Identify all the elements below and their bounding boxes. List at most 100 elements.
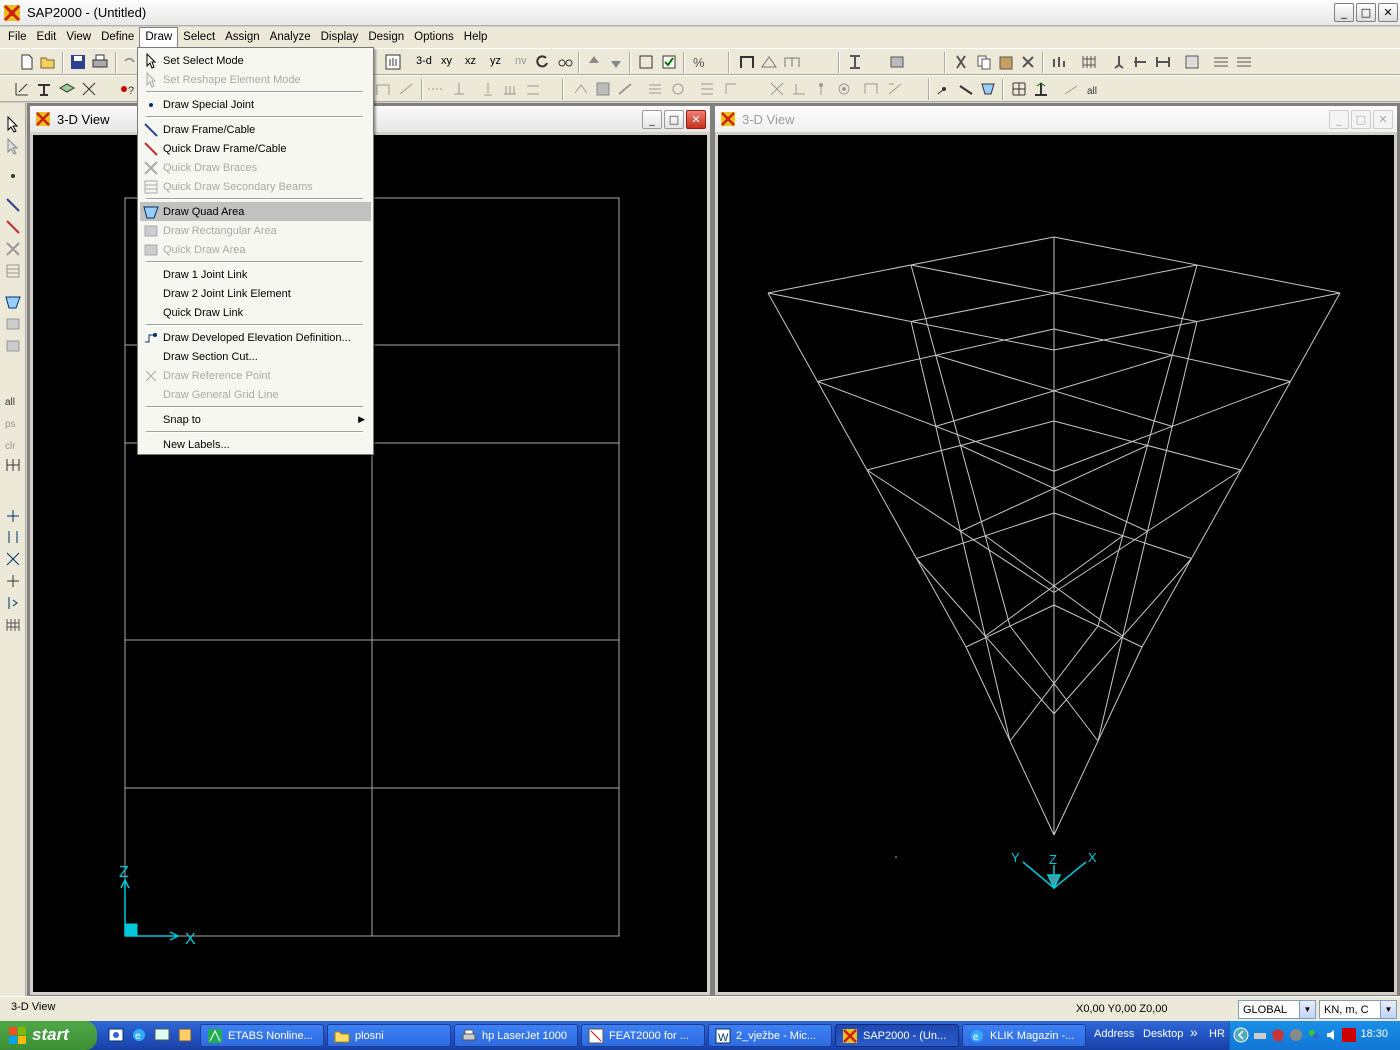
menu-define[interactable]: Define: [96, 27, 139, 48]
open-folder-icon[interactable]: [39, 53, 57, 71]
tray-acrobat-icon[interactable]: [1341, 1027, 1357, 1043]
menu-item-new-labels[interactable]: New Labels...: [140, 435, 371, 454]
assign-spring-icon[interactable]: [450, 80, 468, 98]
menu-analyze[interactable]: Analyze: [265, 27, 316, 48]
percent-icon[interactable]: %: [690, 53, 708, 71]
view-window-right[interactable]: 3-D View _ □ ✕ Z Y X: [714, 105, 1398, 996]
view-minimize-button[interactable]: _: [1329, 110, 1349, 129]
design-icon[interactable]: [722, 80, 740, 98]
show-tables-icon[interactable]: [698, 80, 716, 98]
view-yz-button[interactable]: yz: [490, 55, 501, 67]
section-i-icon[interactable]: [846, 53, 864, 71]
show-deformed-icon[interactable]: [594, 80, 612, 98]
language-indicator[interactable]: HR: [1209, 1028, 1225, 1040]
menu-item-quick-draw-braces[interactable]: Quick Draw Braces: [140, 158, 371, 177]
snap-all-icon[interactable]: all: [1085, 80, 1103, 98]
layers-icon[interactable]: [58, 80, 76, 98]
tray-printer-icon[interactable]: [1252, 1027, 1268, 1043]
menu-item-quick-draw-secondary-beams[interactable]: Quick Draw Secondary Beams: [140, 177, 371, 196]
replicate-icon[interactable]: [1050, 53, 1068, 71]
menu-select[interactable]: Select: [178, 27, 220, 48]
copy-icon[interactable]: [975, 53, 993, 71]
draw-rect-area-icon[interactable]: [4, 315, 22, 333]
tray-security-icon[interactable]: [1270, 1027, 1286, 1043]
toolbar-chevron-icon[interactable]: »: [1190, 1024, 1198, 1040]
snap-perpendicular-icon[interactable]: [1032, 80, 1050, 98]
quick-draw-frame-icon[interactable]: [4, 218, 22, 236]
snap-lines-left-icon[interactable]: [4, 594, 22, 612]
menu-item-draw-special-joint[interactable]: Draw Special Joint: [140, 95, 371, 114]
menu-item-set-select-mode[interactable]: Set Select Mode: [140, 51, 371, 70]
task-klik-magazin[interactable]: e KLIK Magazin -...: [962, 1024, 1086, 1047]
perspective-icon[interactable]: [556, 53, 574, 71]
material-icon[interactable]: [35, 80, 53, 98]
pan-hand-icon[interactable]: [384, 53, 402, 71]
print-icon[interactable]: [91, 53, 109, 71]
snap-lines-icon[interactable]: [1062, 80, 1080, 98]
run-analysis-icon[interactable]: [572, 80, 590, 98]
assign-local-axes-icon[interactable]: [397, 80, 415, 98]
cut-icon[interactable]: [952, 53, 970, 71]
select-previous-icon[interactable]: [790, 80, 808, 98]
menu-item-draw-section-cut[interactable]: Draw Section Cut...: [140, 347, 371, 366]
analysis-options-icon[interactable]: [1183, 53, 1201, 71]
view-3d-button[interactable]: 3-d: [416, 55, 432, 67]
menu-item-draw-developed-elevation[interactable]: Draw Developed Elevation Definition...: [140, 328, 371, 347]
assign-frame-icon[interactable]: [374, 80, 392, 98]
start-button[interactable]: start: [0, 1021, 97, 1050]
tray-messenger-icon[interactable]: [1306, 1027, 1322, 1043]
snap-perp-icon[interactable]: [4, 572, 22, 590]
menu-item-draw-general-grid-line[interactable]: Draw General Grid Line: [140, 385, 371, 404]
menu-design[interactable]: Design: [363, 27, 409, 48]
move-up-icon[interactable]: [585, 53, 603, 71]
view-xz-button[interactable]: xz: [465, 55, 476, 67]
frame-load-icon[interactable]: [501, 80, 519, 98]
menu-item-quick-draw-frame[interactable]: Quick Draw Frame/Cable: [140, 139, 371, 158]
snap-joints-icon[interactable]: [4, 507, 22, 525]
close-button[interactable]: ✕: [1378, 3, 1398, 22]
task-feat2000[interactable]: FEAT2000 for ...: [581, 1024, 705, 1047]
group-icon[interactable]: [862, 80, 880, 98]
menu-item-quick-draw-area[interactable]: Quick Draw Area: [140, 240, 371, 259]
assign-link-icon[interactable]: [426, 80, 444, 98]
truss-icon[interactable]: [760, 53, 778, 71]
clear-selection-icon[interactable]: [812, 80, 830, 98]
snap-ends-icon[interactable]: [957, 80, 975, 98]
reshape-pointer-icon[interactable]: [4, 137, 22, 155]
quicklaunch-outlook-icon[interactable]: [108, 1027, 124, 1043]
menu-item-set-reshape-mode[interactable]: Set Reshape Element Mode: [140, 70, 371, 89]
new-file-icon[interactable]: [18, 53, 36, 71]
snap-all-left-icon[interactable]: all: [4, 391, 22, 409]
coord-system-select[interactable]: GLOBAL ▼: [1238, 1000, 1316, 1019]
draw-frame-icon[interactable]: [4, 196, 22, 214]
task-sap2000[interactable]: SAP2000 - (Un...: [835, 1024, 959, 1047]
show-forces-icon[interactable]: [616, 80, 634, 98]
quick-draw-braces-icon[interactable]: [4, 240, 22, 258]
snap-clr-icon[interactable]: clr: [4, 435, 22, 453]
grid-edit-icon[interactable]: [13, 80, 31, 98]
set-display-options-icon[interactable]: [660, 53, 678, 71]
show-stresses-icon[interactable]: [646, 80, 664, 98]
object-shrink-icon[interactable]: [637, 53, 655, 71]
save-icon[interactable]: [69, 53, 87, 71]
address-toolbar[interactable]: Address: [1094, 1028, 1134, 1040]
menu-help[interactable]: Help: [459, 27, 493, 48]
task-etabs[interactable]: ETABS Nonline...: [200, 1024, 324, 1047]
task-word[interactable]: W 2_vježbe - Mic...: [708, 1024, 832, 1047]
view-maximize-button[interactable]: □: [664, 110, 684, 129]
menu-display[interactable]: Display: [316, 27, 364, 48]
menu-edit[interactable]: Edit: [32, 27, 62, 48]
quick-draw-area-icon[interactable]: [4, 337, 22, 355]
menu-item-snap-to[interactable]: Snap to ▶: [140, 410, 371, 429]
menu-item-draw-frame-cable[interactable]: Draw Frame/Cable: [140, 120, 371, 139]
snap-intersect-icon[interactable]: [4, 550, 22, 568]
intersect-icon[interactable]: [835, 80, 853, 98]
tray-volume-icon[interactable]: [1324, 1027, 1340, 1043]
frame-template-icon[interactable]: [783, 53, 801, 71]
rotate-icon[interactable]: [533, 53, 551, 71]
end-offset-icon[interactable]: [1154, 53, 1172, 71]
undo-icon[interactable]: [120, 53, 138, 71]
show-virtual-work-icon[interactable]: [669, 80, 687, 98]
task-plosni-folder[interactable]: plosni: [327, 1024, 451, 1047]
quicklaunch-ie-icon[interactable]: e: [131, 1027, 147, 1043]
